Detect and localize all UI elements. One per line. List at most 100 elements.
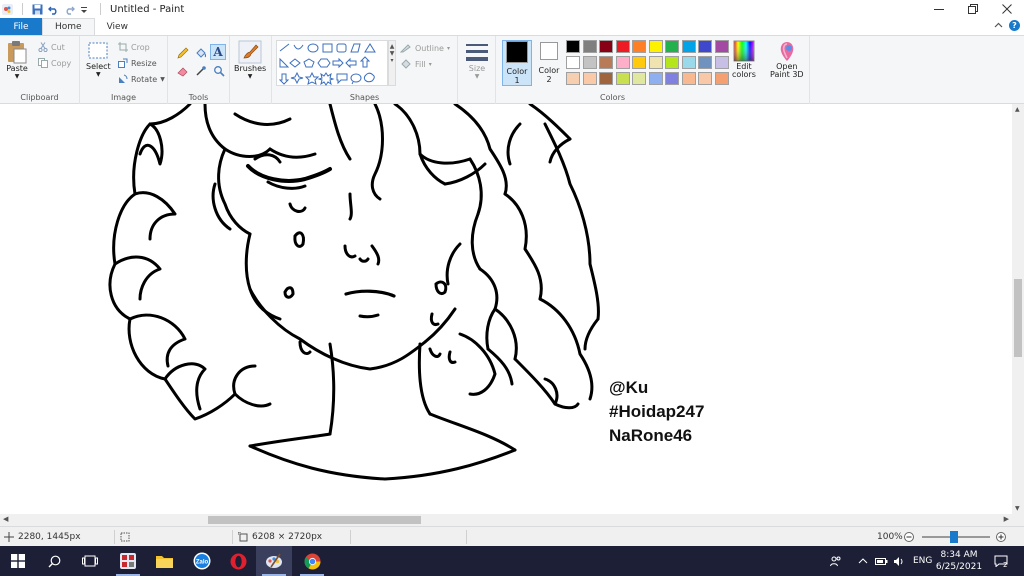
copy-button[interactable]: Copy: [38, 56, 71, 70]
palette-swatch[interactable]: [566, 40, 580, 53]
palette-swatch[interactable]: [582, 56, 597, 69]
palette-swatch[interactable]: [599, 72, 613, 85]
palette-swatch[interactable]: [681, 56, 696, 69]
crop-button[interactable]: Crop: [118, 40, 150, 54]
zoom-in-button[interactable]: [996, 527, 1006, 547]
scroll-up-icon[interactable]: ▲: [1015, 106, 1020, 113]
opera-button[interactable]: [220, 546, 256, 576]
palette-swatch[interactable]: [648, 72, 663, 85]
palette-swatch[interactable]: [698, 72, 712, 85]
palette-swatch[interactable]: [681, 40, 696, 53]
scroll-right-icon[interactable]: ▶: [1004, 515, 1009, 523]
palette-swatch[interactable]: [714, 40, 729, 53]
outline-button[interactable]: Outline ▾: [400, 41, 450, 55]
collapse-ribbon-icon[interactable]: [994, 21, 1003, 30]
palette-swatch[interactable]: [615, 40, 630, 53]
selection-size: [120, 527, 130, 547]
horizontal-scrollbar[interactable]: ◀ ▶: [0, 514, 1012, 526]
magnifier-icon[interactable]: [212, 64, 225, 77]
paint-taskbar-button[interactable]: [256, 546, 292, 576]
taskbar-app-1[interactable]: [110, 546, 146, 576]
title-bar: Untitled - Paint: [0, 0, 1024, 18]
select-dropdown-icon[interactable]: ▼: [96, 71, 101, 78]
palette-swatch[interactable]: [566, 56, 580, 69]
rotate-button[interactable]: Rotate ▼: [118, 72, 165, 86]
paste-dropdown-icon[interactable]: ▼: [15, 73, 20, 80]
color1-button[interactable]: Color 1: [502, 40, 532, 86]
shapes-gallery-icons[interactable]: [277, 41, 389, 87]
palette-swatch[interactable]: [698, 40, 712, 53]
zoom-slider-thumb[interactable]: [950, 531, 958, 543]
palette-swatch[interactable]: [599, 56, 613, 69]
palette-swatch[interactable]: [665, 72, 679, 85]
vertical-scroll-thumb[interactable]: [1014, 279, 1022, 357]
palette-swatch[interactable]: [714, 56, 729, 69]
fill-button[interactable]: Fill ▾: [400, 57, 432, 71]
palette-swatch[interactable]: [582, 72, 597, 85]
tab-view[interactable]: View: [95, 18, 140, 35]
scroll-left-icon[interactable]: ◀: [3, 515, 8, 523]
search-button[interactable]: [36, 546, 72, 576]
paste-button[interactable]: Paste ▼: [6, 40, 28, 80]
palette-swatch[interactable]: [648, 40, 663, 53]
start-button[interactable]: [0, 546, 36, 576]
palette-swatch[interactable]: [615, 56, 630, 69]
paint-app-icon[interactable]: [2, 3, 13, 15]
zalo-button[interactable]: Zalo: [184, 546, 220, 576]
close-icon[interactable]: [990, 0, 1024, 18]
palette-swatch[interactable]: [632, 40, 646, 53]
save-icon[interactable]: [32, 4, 43, 15]
shapes-gallery-scroll[interactable]: ▲ ▼ ▾: [388, 40, 396, 86]
system-clock[interactable]: 8:34 AM 6/25/2021: [928, 549, 990, 573]
text-icon[interactable]: A: [210, 44, 226, 60]
brushes-dropdown-icon[interactable]: ▼: [248, 73, 253, 80]
vertical-scrollbar[interactable]: ▲ ▼: [1012, 104, 1024, 514]
scroll-down-icon[interactable]: ▼: [1015, 505, 1020, 512]
file-explorer-button[interactable]: [146, 546, 182, 576]
open-paint3d-button[interactable]: Open Paint 3D: [770, 40, 804, 79]
size-button[interactable]: Size ▼: [464, 40, 490, 80]
palette-swatch[interactable]: [665, 40, 679, 53]
palette-swatch[interactable]: [632, 56, 646, 69]
pencil-icon[interactable]: [176, 46, 189, 59]
palette-swatch[interactable]: [648, 56, 663, 69]
palette-swatch[interactable]: [681, 72, 696, 85]
undo-icon[interactable]: [48, 4, 59, 15]
color-picker-icon[interactable]: [194, 64, 207, 77]
fill-icon[interactable]: [194, 46, 207, 59]
rotate-dropdown-icon[interactable]: ▼: [160, 76, 165, 83]
palette-swatch[interactable]: [665, 56, 679, 69]
palette-swatch[interactable]: [582, 40, 597, 53]
zoom-out-button[interactable]: [904, 527, 914, 547]
select-button[interactable]: Select ▼: [86, 40, 111, 78]
show-hidden-icons[interactable]: [858, 546, 868, 576]
brushes-button[interactable]: Brushes ▼: [234, 40, 266, 80]
horizontal-scroll-thumb[interactable]: [208, 516, 421, 524]
battery-icon[interactable]: [875, 546, 888, 576]
redo-icon[interactable]: [64, 4, 75, 15]
palette-swatch[interactable]: [698, 56, 712, 69]
palette-swatch[interactable]: [566, 72, 580, 85]
palette-swatch[interactable]: [599, 40, 613, 53]
task-view-button[interactable]: [72, 546, 108, 576]
color2-chip: [540, 42, 558, 60]
resize-button[interactable]: Resize: [118, 56, 157, 70]
palette-swatch[interactable]: [615, 72, 630, 85]
notification-center-button[interactable]: 2: [994, 546, 1008, 576]
chrome-button[interactable]: [294, 546, 330, 576]
eraser-icon[interactable]: [176, 64, 189, 77]
volume-icon[interactable]: [893, 546, 905, 576]
customize-qat-icon[interactable]: [80, 4, 91, 15]
cut-button[interactable]: Cut: [38, 40, 65, 54]
color2-button[interactable]: Color 2: [534, 40, 564, 86]
tab-home[interactable]: Home: [42, 18, 95, 35]
minimize-icon[interactable]: [922, 0, 956, 18]
restore-icon[interactable]: [956, 0, 990, 18]
tab-file[interactable]: File: [0, 18, 42, 35]
palette-swatch[interactable]: [714, 72, 729, 85]
help-icon[interactable]: ?: [1009, 20, 1020, 31]
edit-colors-button[interactable]: Edit colors: [732, 40, 756, 79]
drawing-canvas[interactable]: @Ku #Hoidap247 NaRone46: [0, 104, 1012, 514]
palette-swatch[interactable]: [632, 72, 646, 85]
people-icon[interactable]: [830, 546, 842, 576]
